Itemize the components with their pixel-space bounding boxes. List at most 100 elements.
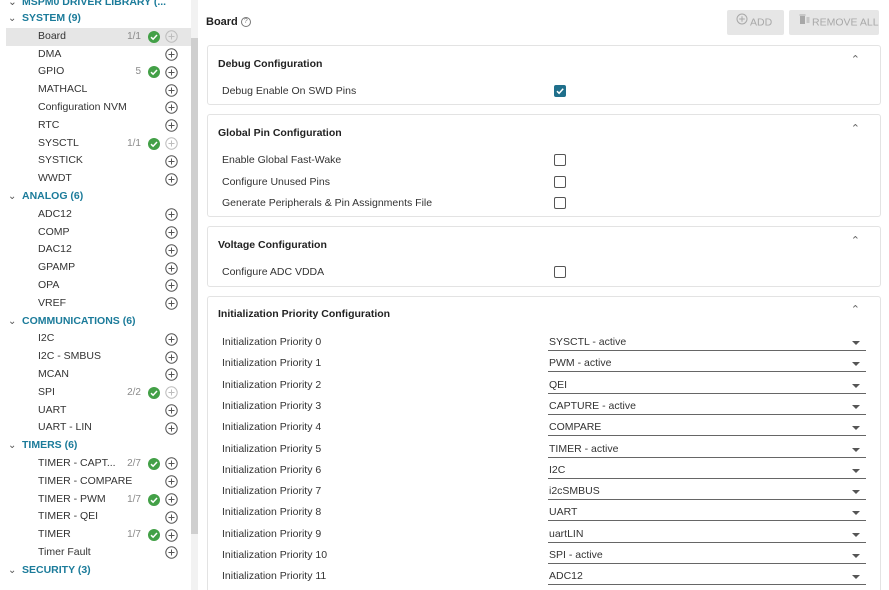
add-circle-icon[interactable] [165,30,178,43]
sidebar-item[interactable]: UART [0,402,191,420]
sidebar-item[interactable]: VREF [0,295,191,313]
sidebar-item[interactable]: SYSCTL 1/1 [0,135,191,153]
add-circle-icon[interactable] [165,66,178,79]
sidebar-item[interactable]: SPI 2/2 [0,384,191,402]
sidebar-category[interactable]: ⌄ SECURITY (3) [0,562,191,580]
init-priority-select[interactable]: QEI [548,378,866,394]
add-circle-icon[interactable] [165,511,178,524]
add-circle-icon[interactable] [165,208,178,221]
sidebar-item[interactable]: ADC12 [0,206,191,224]
enable-global-fast-wake-checkbox[interactable] [554,154,566,166]
sidebar-item-label: WWDT [38,172,72,185]
chevron-down-icon: ⌄ [8,0,17,8]
add-circle-icon[interactable] [165,244,178,257]
add-circle-icon[interactable] [165,493,178,506]
add-circle-icon[interactable] [165,475,178,488]
add-circle-icon[interactable] [165,422,178,435]
add-circle-icon[interactable] [165,386,178,399]
add-button[interactable]: ADD [727,10,784,35]
sidebar-item[interactable]: DMA [0,46,191,64]
add-circle-icon[interactable] [165,404,178,417]
init-priority-select[interactable]: SYSCTL - active [548,335,866,351]
sidebar-category[interactable]: ⌄ TIMERS (6) [0,437,191,455]
library-header[interactable]: ⌄ MSPM0 DRIVER LIBRARY (... [0,0,191,10]
caret-up-icon[interactable]: ⌃ [851,122,860,135]
add-circle-icon[interactable] [165,48,178,61]
add-circle-icon[interactable] [165,350,178,364]
add-circle-icon[interactable] [165,119,178,132]
sidebar-category[interactable]: ⌄ COMMUNICATIONS (6) [0,313,191,331]
remove-all-button[interactable]: REMOVE ALL [789,10,879,35]
add-circle-icon[interactable] [165,279,178,293]
init-priority-select[interactable]: PWM - active [548,356,866,373]
sidebar-item-label: TIMER - PWM [38,492,106,505]
sidebar-item[interactable]: DAC12 [0,241,191,259]
sidebar-item[interactable]: UART - LIN [0,419,191,437]
add-circle-icon[interactable] [165,457,178,471]
sidebar-category-label: ANALOG (6) [22,189,84,202]
init-priority-select[interactable]: ADC12 [548,569,866,586]
sidebar-item[interactable]: I2C - SMBUS [0,348,191,366]
sidebar-category[interactable]: ⌄ SYSTEM (9) [0,10,191,28]
init-priority-select[interactable]: UART [548,505,866,522]
init-priority-select[interactable]: COMPARE [548,420,866,437]
init-priority-label: Initialization Priority 1 [222,357,322,370]
check-circle-icon [148,137,160,150]
help-icon[interactable]: ? [240,17,251,28]
sidebar-item[interactable]: TIMER - CAPT... 2/7 [0,455,191,473]
generate-peripherals-file-checkbox[interactable] [554,197,566,209]
add-circle-icon[interactable] [165,83,178,97]
sidebar-item[interactable]: RTC [0,117,191,135]
dropdown-arrow-icon [852,490,860,495]
instance-count: 2/7 [127,457,141,469]
sidebar-item[interactable]: TIMER - QEI [0,508,191,526]
sidebar-item[interactable]: MCAN [0,366,191,384]
sidebar-item[interactable]: WWDT [0,170,191,188]
sidebar-item[interactable]: GPIO 5 [0,63,191,81]
sidebar-item[interactable]: I2C [0,330,191,348]
sidebar-category[interactable]: ⌄ ANALOG (6) [0,188,191,206]
add-circle-icon[interactable] [165,172,178,186]
sidebar-item[interactable]: Board 1/1 [6,27,191,46]
add-circle-icon[interactable] [165,368,178,382]
init-priority-select[interactable]: uartLIN [548,527,866,543]
check-circle-icon [148,529,160,542]
sidebar-item[interactable]: GPAMP [0,259,191,277]
init-priority-select[interactable]: I2C [548,463,866,479]
sidebar-item[interactable]: OPA [0,277,191,295]
debug-enable-swd-checkbox[interactable] [554,85,566,97]
add-circle-icon[interactable] [165,297,178,310]
add-circle-icon[interactable] [165,261,178,275]
sidebar-item[interactable]: TIMER - COMPARE [0,473,191,491]
sidebar-item[interactable]: COMP [0,224,191,242]
add-circle-icon[interactable] [165,528,178,542]
add-circle-icon[interactable] [165,226,178,239]
add-circle-icon[interactable] [165,101,178,115]
configure-unused-pins-checkbox[interactable] [554,176,566,188]
generate-peripherals-file-label: Generate Peripherals & Pin Assignments F… [222,197,433,209]
init-priority-select[interactable]: SPI - active [548,548,866,564]
init-priority-value: ADC12 [549,570,583,583]
init-priority-select[interactable]: i2cSMBUS [548,484,866,501]
sidebar-item[interactable]: MATHACL [0,81,191,99]
sidebar-item[interactable]: TIMER 1/7 [0,526,191,544]
init-priority-label: Initialization Priority 3 [222,399,322,412]
configure-adc-vdda-checkbox[interactable] [554,266,566,278]
sidebar-scrollbar-thumb[interactable] [191,38,198,534]
sidebar-item[interactable]: TIMER - PWM 1/7 [0,491,191,509]
add-circle-icon[interactable] [165,546,178,560]
sidebar-item[interactable]: Configuration NVM [0,99,191,117]
sidebar-item[interactable]: Timer Fault [0,544,191,562]
debug-configuration-panel: Debug Configuration ⌃ Debug Enable On SW… [207,45,881,105]
add-circle-icon[interactable] [165,137,178,150]
add-circle-icon[interactable] [165,155,178,168]
init-priority-select[interactable]: CAPTURE - active [548,399,866,415]
init-priority-select[interactable]: TIMER - active [548,442,866,458]
caret-up-icon[interactable]: ⌃ [851,234,860,247]
caret-up-icon[interactable]: ⌃ [851,53,860,66]
caret-up-icon[interactable]: ⌃ [851,303,860,316]
sidebar-item[interactable]: SYSTICK [0,152,191,170]
add-circle-icon[interactable] [165,333,178,346]
chevron-down-icon: ⌄ [8,564,17,576]
sidebar-item-label: UART [38,403,67,416]
